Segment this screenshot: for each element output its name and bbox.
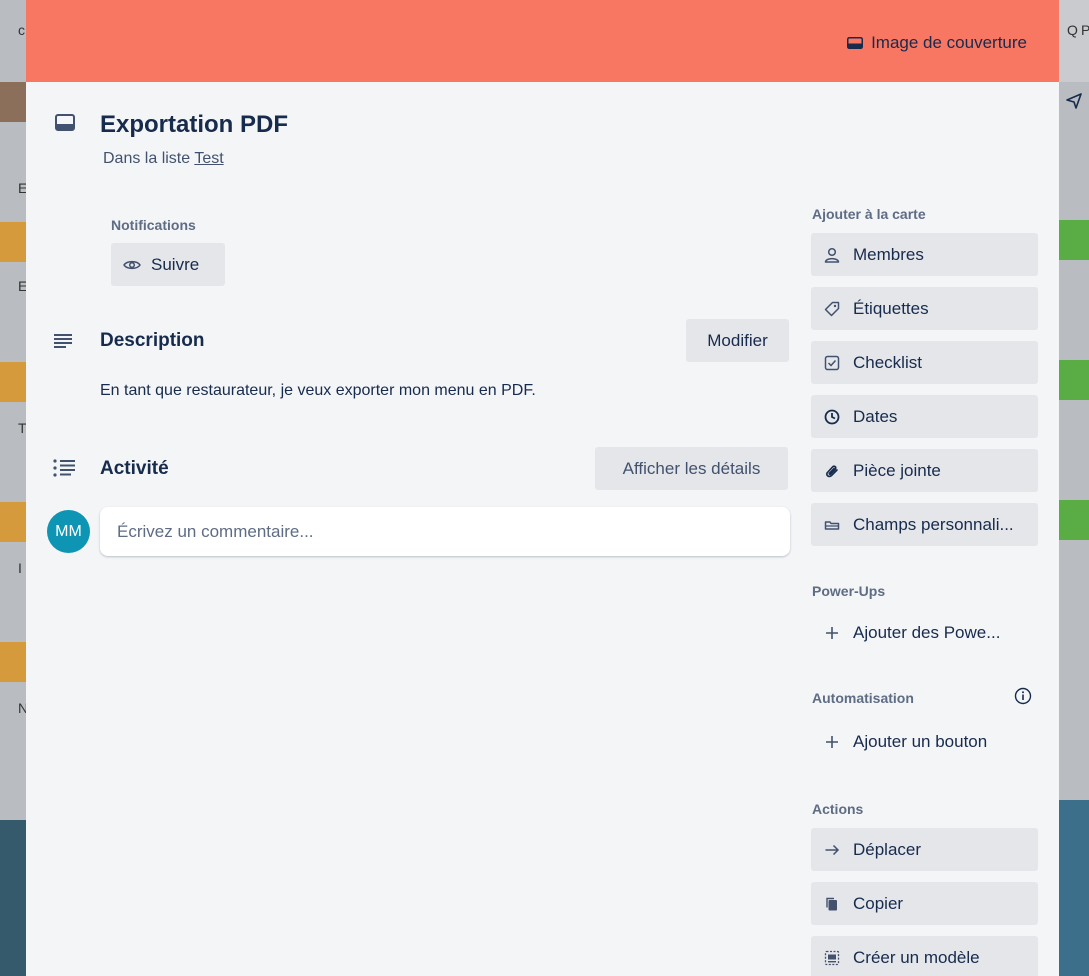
plus-icon: [823, 733, 841, 751]
card-cover: Image de couverture: [26, 0, 1059, 82]
eye-icon: [123, 260, 141, 269]
board-card-strip: [1059, 220, 1089, 260]
board-letter: Q: [1067, 22, 1078, 38]
list-link[interactable]: Test: [194, 150, 223, 167]
activity-icon: [53, 459, 75, 477]
checklist-button[interactable]: Checklist: [811, 341, 1038, 384]
add-button-label: Ajouter un bouton: [853, 731, 988, 751]
automation-heading: Automatisation: [812, 690, 914, 706]
description-text[interactable]: En tant que restaurateur, je veux export…: [100, 382, 536, 400]
plus-icon: [823, 624, 841, 642]
watch-button-label: Suivre: [151, 254, 200, 274]
board-background-right: Q P: [1059, 0, 1089, 976]
members-button[interactable]: Membres: [811, 233, 1038, 276]
card-detail-modal: Image de couverture Exportation PDF Dans…: [26, 0, 1059, 976]
clock-icon: [823, 408, 841, 426]
person-icon: [823, 246, 841, 264]
activity-title: Activité: [100, 458, 169, 479]
board-header-strip: [1059, 0, 1089, 82]
add-powerups-button[interactable]: Ajouter des Powe...: [811, 611, 1038, 654]
custom-fields-label: Champs personnali...: [853, 514, 1014, 534]
avatar[interactable]: MM: [47, 510, 90, 553]
board-card-strip: [0, 222, 26, 262]
comment-box[interactable]: [100, 507, 790, 556]
arrow-right-icon: [823, 841, 841, 859]
copy-button[interactable]: Copier: [811, 882, 1038, 925]
move-button[interactable]: Déplacer: [811, 828, 1038, 871]
board-card-strip: [1059, 500, 1089, 540]
cover-icon: [847, 37, 864, 49]
fields-icon: [823, 516, 841, 534]
tag-icon: [823, 300, 841, 318]
watch-button[interactable]: Suivre: [111, 243, 225, 286]
add-button-button[interactable]: Ajouter un bouton: [811, 720, 1038, 763]
board-letter: P: [1081, 22, 1089, 38]
attachment-label: Pièce jointe: [853, 460, 941, 480]
add-to-card-heading: Ajouter à la carte: [812, 206, 926, 222]
move-label: Déplacer: [853, 839, 922, 859]
cover-image-button[interactable]: Image de couverture: [847, 33, 1027, 53]
board-card-strip: [0, 820, 26, 976]
create-template-label: Créer un modèle: [853, 947, 980, 967]
paperclip-icon: [823, 462, 841, 480]
board-card-strip: [0, 82, 26, 122]
checkbox-icon: [823, 354, 841, 372]
card-title[interactable]: Exportation PDF: [100, 111, 288, 139]
show-details-button[interactable]: Afficher les détails: [595, 447, 788, 490]
board-card-strip: [1059, 360, 1089, 400]
checklist-label: Checklist: [853, 352, 922, 372]
comment-input[interactable]: [117, 522, 773, 542]
members-label: Membres: [853, 244, 924, 264]
board-card-strip: [0, 362, 26, 402]
copy-label: Copier: [853, 893, 904, 913]
card-icon: [55, 114, 75, 131]
copy-icon: [823, 895, 841, 913]
description-title: Description: [100, 330, 205, 351]
dates-label: Dates: [853, 406, 898, 426]
edit-description-button[interactable]: Modifier: [686, 319, 789, 362]
info-icon[interactable]: [1014, 687, 1032, 705]
send-icon[interactable]: [1065, 92, 1083, 110]
board-card-strip: [0, 502, 26, 542]
attachment-button[interactable]: Pièce jointe: [811, 449, 1038, 492]
template-icon: [823, 949, 841, 967]
board-card-strip: [0, 642, 26, 682]
description-icon: [54, 334, 72, 348]
list-prefix: Dans la liste: [103, 150, 191, 167]
board-letter: I: [18, 560, 22, 576]
actions-heading: Actions: [812, 801, 864, 817]
powerups-heading: Power-Ups: [812, 583, 886, 599]
board-letter: c: [18, 22, 25, 38]
list-info: Dans la liste Test: [103, 150, 224, 168]
dates-button[interactable]: Dates: [811, 395, 1038, 438]
labels-button[interactable]: Étiquettes: [811, 287, 1038, 330]
notifications-label: Notifications: [111, 217, 196, 233]
labels-label: Étiquettes: [853, 298, 929, 318]
add-powerups-label: Ajouter des Powe...: [853, 622, 1001, 642]
board-card-strip: [1059, 800, 1089, 976]
cover-button-label: Image de couverture: [871, 33, 1027, 52]
board-background-left: c E E T I N: [0, 0, 28, 976]
create-template-button[interactable]: Créer un modèle: [811, 936, 1038, 976]
custom-fields-button[interactable]: Champs personnali...: [811, 503, 1038, 546]
